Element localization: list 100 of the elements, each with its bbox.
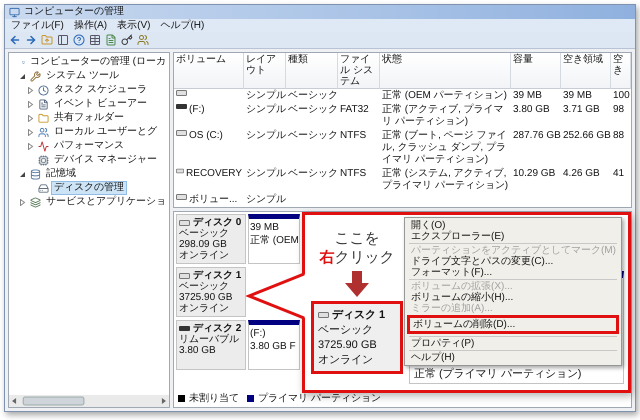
table-cell: 287.76 GB bbox=[513, 130, 561, 142]
table-cell: シンプル bbox=[246, 130, 286, 142]
instruction-text: ここを 右クリック bbox=[320, 229, 394, 267]
disk-name: ディスク 2 bbox=[193, 323, 242, 334]
column-header[interactable]: 種類 bbox=[286, 53, 338, 89]
tree-item[interactable]: 共有フォルダー bbox=[51, 111, 127, 125]
column-header[interactable]: ボリューム bbox=[174, 53, 244, 89]
column-header[interactable]: 容量 bbox=[511, 53, 561, 89]
legend-label: プライマリ パーティション bbox=[258, 393, 381, 404]
menu-item[interactable]: 表示(V) bbox=[117, 20, 150, 32]
table-cell: 正常 (OEM パーティション) bbox=[382, 90, 507, 102]
column-header[interactable]: 空き領域 bbox=[561, 53, 611, 89]
disk-info: ベーシック bbox=[179, 228, 230, 239]
document-icon[interactable] bbox=[105, 34, 117, 46]
table-cell: 252.66 GB bbox=[563, 130, 611, 142]
table-cell: NTFS bbox=[340, 130, 366, 142]
table-cell: 4.26 GB bbox=[563, 168, 600, 180]
disk-label-panel[interactable]: ディスク 0 ベーシック 298.09 GB オンライン bbox=[176, 214, 246, 264]
table-cell: NTFS bbox=[340, 168, 366, 180]
forward-arrow-icon[interactable] bbox=[25, 34, 37, 46]
disk-card[interactable]: ディスク 1 ベーシック 3725.90 GB オンライン bbox=[311, 301, 403, 374]
disk-info: 3725.90 GB bbox=[318, 338, 378, 352]
collapsed-arrow-icon[interactable] bbox=[27, 142, 34, 150]
disk-name: ディスク 1 bbox=[332, 308, 386, 322]
table-cell: ベーシック bbox=[288, 168, 338, 180]
collapsed-arrow-icon[interactable] bbox=[27, 128, 34, 136]
menu-item[interactable]: 操作(A) bbox=[74, 20, 108, 32]
disk-label-panel[interactable]: ディスク 2 リムーバブル 3.80 GB bbox=[176, 320, 246, 370]
table-cell: 3.80 GB bbox=[513, 104, 550, 116]
collapsed-arrow-icon[interactable] bbox=[27, 86, 34, 94]
key-icon[interactable] bbox=[121, 34, 133, 46]
menu-item[interactable]: 開く(O) bbox=[407, 220, 619, 231]
menu-item[interactable]: ヘルプ(H) bbox=[407, 352, 619, 363]
partition-info: 39 MB bbox=[250, 222, 280, 233]
disk-info: ベーシック bbox=[179, 281, 230, 292]
disk-info: 3.80 GB bbox=[179, 345, 217, 356]
menu-item[interactable]: ヘルプ(H) bbox=[160, 20, 204, 32]
menu-item[interactable]: ドライブ文字とパスの変更(C)... bbox=[407, 256, 619, 267]
table-cell: 41 bbox=[613, 168, 624, 180]
tree-item[interactable]: 記憶域 bbox=[43, 167, 79, 181]
drive-icon bbox=[179, 220, 190, 226]
table-cell: 88 bbox=[613, 130, 624, 142]
back-arrow-icon[interactable] bbox=[9, 34, 21, 46]
column-header[interactable]: 状態 bbox=[380, 53, 511, 89]
panel-icon[interactable] bbox=[57, 34, 69, 46]
disk-info: リムーバブル bbox=[179, 334, 240, 345]
table-cell: RECOVERY bbox=[186, 168, 242, 180]
users-icon bbox=[38, 126, 49, 138]
removable-drive-icon bbox=[176, 104, 187, 109]
tree-item[interactable]: イベント ビューアー bbox=[51, 97, 150, 111]
help-icon[interactable] bbox=[73, 34, 85, 46]
table-icon[interactable] bbox=[89, 34, 101, 46]
table-cell: ボリュー... bbox=[189, 194, 238, 206]
disk-name: ディスク 0 bbox=[193, 217, 242, 228]
menu-item[interactable]: プロパティ(P) bbox=[407, 338, 619, 349]
tree-item[interactable]: パフォーマンス bbox=[51, 139, 127, 153]
tree-item[interactable]: ディスクの管理 bbox=[51, 181, 127, 195]
disk-info: ベーシック bbox=[318, 323, 374, 337]
table-cell: 100 bbox=[613, 90, 630, 102]
horizontal-scrollbar[interactable] bbox=[9, 395, 169, 407]
table-cell: シンプル bbox=[246, 168, 286, 180]
expanded-arrow-icon[interactable] bbox=[19, 72, 26, 80]
partition-block[interactable]: 39 MB 正常 (OEM bbox=[248, 214, 300, 264]
tree-item[interactable]: コンピューターの管理 (ローカ bbox=[26, 55, 169, 69]
column-header[interactable]: 空き bbox=[611, 53, 631, 89]
wrench-icon bbox=[30, 70, 41, 82]
drive-icon bbox=[176, 168, 184, 174]
disk-info: オンライン bbox=[179, 250, 230, 261]
column-header[interactable]: ファイル システム bbox=[338, 53, 380, 89]
menu-item[interactable]: エクスプローラー(E) bbox=[407, 231, 619, 242]
tree-item[interactable]: デバイス マネージャー bbox=[51, 153, 160, 167]
table-cell: 39 MB bbox=[513, 90, 542, 102]
disk-info: オンライン bbox=[318, 353, 374, 367]
window-title: コンピューターの管理 bbox=[24, 6, 124, 18]
users-icon[interactable] bbox=[137, 34, 149, 46]
table-cell: 39 MB bbox=[563, 90, 592, 102]
partition-info: (F:) bbox=[250, 328, 267, 339]
menu-item[interactable]: ファイル(F) bbox=[11, 20, 64, 32]
tree-item[interactable]: システム ツール bbox=[43, 69, 122, 83]
collapsed-arrow-icon[interactable] bbox=[19, 198, 26, 206]
tree-item[interactable]: タスク スケジューラ bbox=[51, 83, 150, 97]
folder-up-icon[interactable] bbox=[41, 34, 53, 46]
table-cell: ベーシック bbox=[288, 104, 338, 116]
disk-label-panel[interactable]: ディスク 1 ベーシック 3725.90 GB オンライン bbox=[176, 267, 246, 317]
pulse-icon bbox=[38, 140, 49, 152]
partition-info: 正常 (OEM bbox=[250, 235, 298, 246]
menu-item[interactable]: ボリュームの縮小(H)... bbox=[407, 292, 619, 303]
tree-item[interactable]: ローカル ユーザーとグ bbox=[51, 125, 160, 139]
drive-icon bbox=[176, 130, 187, 136]
collapsed-arrow-icon[interactable] bbox=[27, 114, 34, 122]
expanded-arrow-icon[interactable] bbox=[19, 170, 26, 178]
table-cell: FAT32 bbox=[340, 104, 369, 116]
tree-item[interactable]: サービスとアプリケーショ bbox=[43, 195, 169, 209]
partition-block[interactable]: (F:) 3.80 GB F bbox=[248, 320, 300, 370]
disk-info: 3725.90 GB bbox=[179, 292, 234, 303]
drive-icon bbox=[176, 90, 187, 96]
menu-item[interactable]: フォーマット(F)... bbox=[407, 267, 619, 278]
column-header[interactable]: レイアウト bbox=[244, 53, 286, 89]
menu-item[interactable]: ボリュームの削除(D)... bbox=[410, 318, 616, 331]
collapsed-arrow-icon[interactable] bbox=[27, 100, 34, 108]
